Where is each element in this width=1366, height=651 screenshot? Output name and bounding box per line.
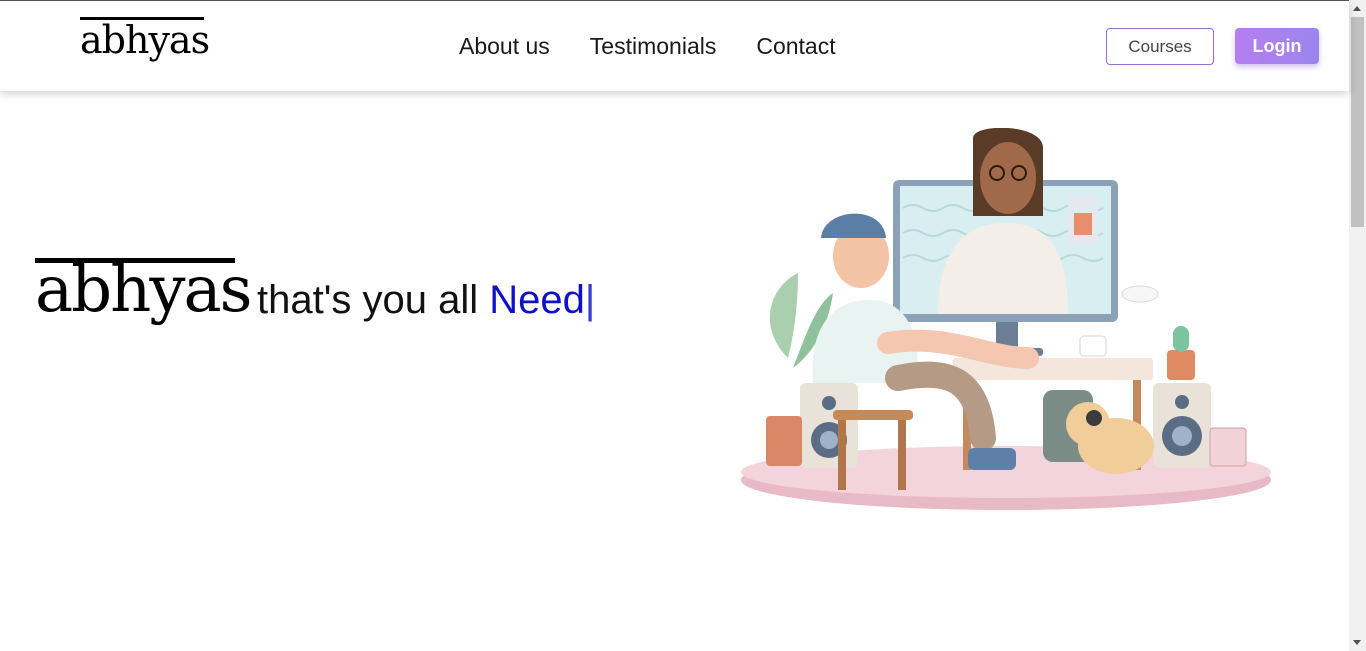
- pencil-cup: [1209, 427, 1247, 467]
- woman-face: [980, 142, 1036, 214]
- courses-button[interactable]: Courses: [1106, 28, 1214, 65]
- logo-headline-bar: [80, 17, 204, 20]
- hero-logo-text: abhyas: [35, 253, 252, 327]
- nav-links: About us Testimonials Contact: [459, 32, 836, 60]
- stool: [833, 410, 913, 420]
- tagline-prefix: that's you all: [257, 278, 479, 322]
- plant-leaf-icon: [769, 273, 798, 358]
- hero-logo: abhyas: [35, 258, 252, 322]
- man-leg: [885, 361, 996, 451]
- nav-testimonials[interactable]: Testimonials: [590, 32, 717, 60]
- desk-lamp: [1121, 285, 1159, 303]
- plant-pot: [766, 416, 802, 466]
- nav-contact[interactable]: Contact: [756, 32, 835, 60]
- hero-tagline: that's you all Need|: [257, 278, 595, 322]
- beanie-hat: [821, 213, 886, 238]
- login-button[interactable]: Login: [1235, 28, 1319, 64]
- scroll-down-arrow-icon[interactable]: [1353, 640, 1361, 645]
- navbar: abhyas About us Testimonials Contact Cou…: [0, 1, 1349, 91]
- hero-illustration: [741, 128, 1271, 510]
- nav-about-us[interactable]: About us: [459, 32, 550, 60]
- mug: [1079, 335, 1107, 357]
- brand-logo-text: abhyas: [80, 18, 210, 62]
- tagline-typed-word: Need: [489, 278, 585, 322]
- typing-cursor: |: [584, 278, 596, 322]
- scroll-up-arrow-icon[interactable]: [1353, 6, 1361, 11]
- hero-logo-headline-bar: [35, 258, 235, 263]
- cactus-pot: [1167, 350, 1195, 380]
- man-shoe: [968, 448, 1016, 470]
- brand-logo[interactable]: abhyas: [80, 17, 210, 62]
- page-scrollbar[interactable]: [1349, 0, 1366, 651]
- cactus: [1173, 326, 1189, 352]
- scroll-thumb[interactable]: [1351, 17, 1364, 227]
